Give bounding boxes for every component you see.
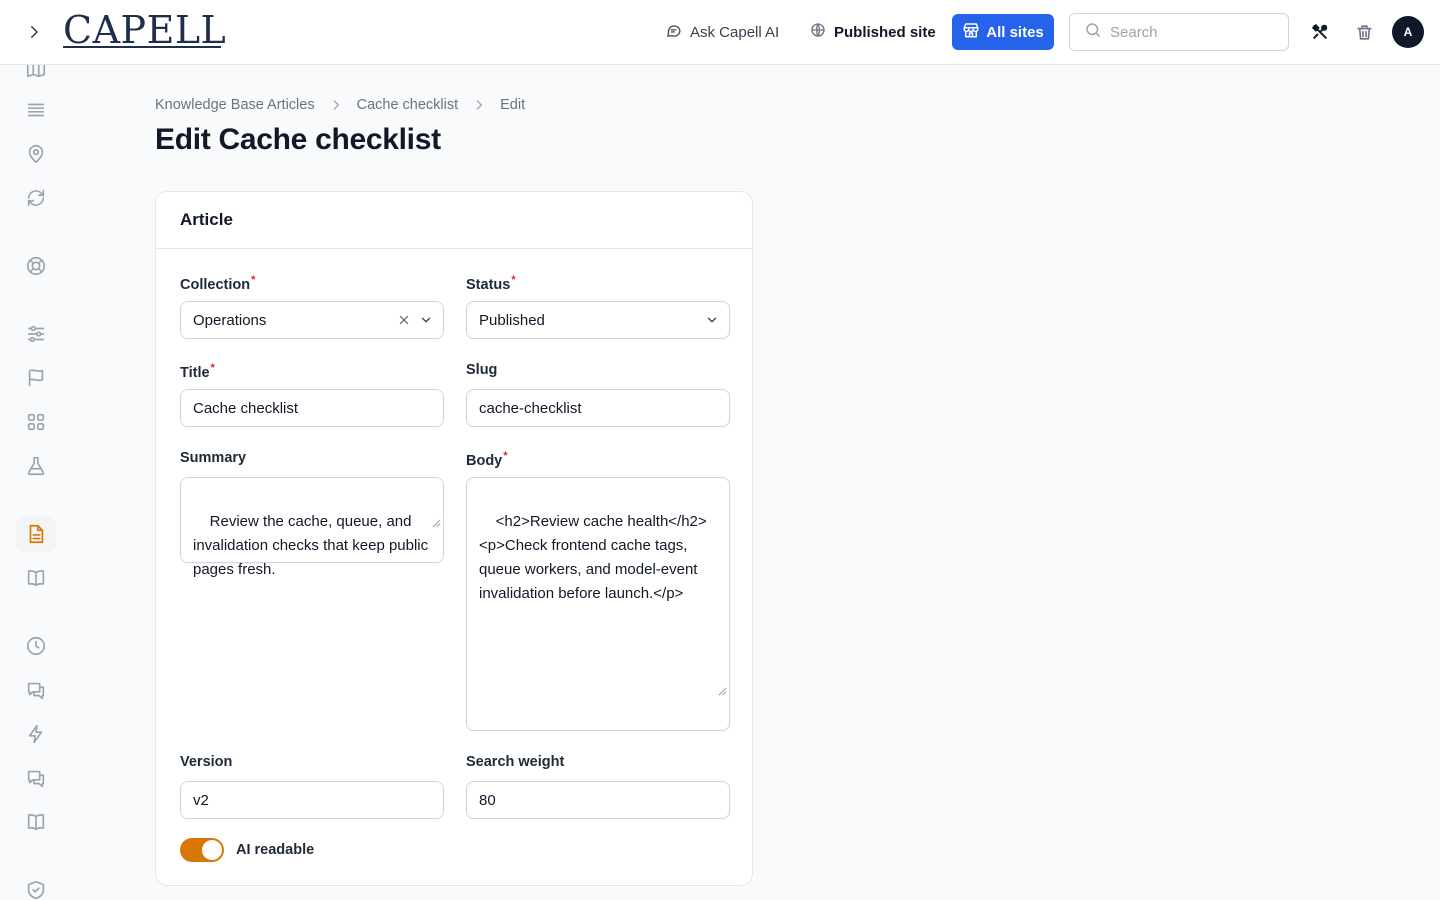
ask-ai-button[interactable]: Ask Capell AI xyxy=(665,22,779,43)
title-label: Title* xyxy=(180,362,215,381)
collection-value: Operations xyxy=(193,311,267,329)
summary-textarea[interactable]: Review the cache, queue, and invalidatio… xyxy=(180,477,444,578)
title-input[interactable]: Cache checklist xyxy=(180,389,444,427)
collection-select[interactable]: Operations xyxy=(180,301,444,339)
chevron-right-icon xyxy=(472,98,486,112)
chat-icon[interactable] xyxy=(24,678,48,702)
logo[interactable]: CAPELL xyxy=(63,9,226,51)
avatar[interactable]: A xyxy=(1392,16,1424,48)
ai-readable-toggle[interactable] xyxy=(180,838,224,862)
document-icon[interactable] xyxy=(16,516,56,552)
shield-check-icon[interactable] xyxy=(24,878,48,900)
article-form-card: Article Collection* Operations Status* P… xyxy=(155,191,753,886)
status-select[interactable]: Published xyxy=(466,301,730,339)
location-pin-icon[interactable] xyxy=(24,142,48,166)
chevron-right-icon[interactable] xyxy=(22,20,46,44)
published-site-button[interactable]: Published site xyxy=(810,22,936,42)
chevron-down-icon xyxy=(705,313,719,331)
chevron-right-icon xyxy=(329,98,343,112)
book-icon[interactable] xyxy=(24,810,48,834)
sliders-icon[interactable] xyxy=(24,322,48,346)
body-label: Body* xyxy=(466,450,508,469)
clock-icon[interactable] xyxy=(24,634,48,658)
globe-icon xyxy=(810,22,826,42)
ask-ai-label: Ask Capell AI xyxy=(690,24,780,41)
summary-value: Review the cache, queue, and invalidatio… xyxy=(193,513,433,578)
slug-input[interactable]: cache-checklist xyxy=(466,389,730,427)
grid-icon[interactable] xyxy=(24,410,48,434)
tools-icon[interactable] xyxy=(1308,20,1332,44)
chat-bubble-icon xyxy=(665,22,682,43)
logo-underline xyxy=(63,46,221,48)
required-marker: * xyxy=(251,274,256,286)
search-icon xyxy=(1084,21,1102,44)
top-bar: CAPELL Ask Capell AI Published site All … xyxy=(0,0,1440,65)
breadcrumb-item[interactable]: Cache checklist xyxy=(357,97,459,113)
sync-icon[interactable] xyxy=(24,186,48,210)
toggle-knob xyxy=(202,840,222,860)
section-title: Article xyxy=(156,192,752,249)
trash-icon[interactable] xyxy=(1352,20,1376,44)
page-title: Edit Cache checklist xyxy=(155,123,441,156)
resize-handle-icon[interactable] xyxy=(693,656,727,728)
resize-handle-icon[interactable] xyxy=(407,488,441,560)
slug-label: Slug xyxy=(466,362,498,378)
sidebar xyxy=(0,65,72,900)
storefront-icon xyxy=(962,21,980,43)
body-textarea[interactable]: <h2>Review cache health</h2> <p>Check fr… xyxy=(466,477,730,731)
status-value: Published xyxy=(479,311,545,329)
search-weight-input[interactable]: 80 xyxy=(466,781,730,819)
version-label: Version xyxy=(180,754,233,770)
chat-alt-icon[interactable] xyxy=(24,766,48,790)
search-field[interactable] xyxy=(1069,13,1289,51)
required-marker: * xyxy=(503,450,508,462)
lifebuoy-icon[interactable] xyxy=(24,254,48,278)
lightning-icon[interactable] xyxy=(24,722,48,746)
clear-icon[interactable] xyxy=(397,313,411,331)
all-sites-label: All sites xyxy=(986,23,1044,41)
search-weight-label: Search weight xyxy=(466,754,565,770)
required-marker: * xyxy=(210,362,215,374)
list-icon[interactable] xyxy=(24,98,48,122)
flask-icon[interactable] xyxy=(24,454,48,478)
chevron-down-icon xyxy=(419,313,433,331)
breadcrumb-item-current: Edit xyxy=(500,97,526,113)
breadcrumb: Knowledge Base Articles Cache checklist … xyxy=(155,97,525,113)
body-value: <h2>Review cache health</h2> <p>Check fr… xyxy=(479,513,707,602)
book-open-icon[interactable] xyxy=(24,566,48,590)
ai-readable-label: AI readable xyxy=(236,842,315,858)
map-icon[interactable] xyxy=(24,65,48,81)
published-site-label: Published site xyxy=(834,23,936,41)
breadcrumb-item[interactable]: Knowledge Base Articles xyxy=(155,97,315,113)
required-marker: * xyxy=(511,274,516,286)
version-input[interactable]: v2 xyxy=(180,781,444,819)
collection-label: Collection* xyxy=(180,274,256,293)
status-label: Status* xyxy=(466,274,516,293)
all-sites-button[interactable]: All sites xyxy=(952,14,1054,50)
search-input[interactable] xyxy=(1110,23,1270,41)
summary-label: Summary xyxy=(180,450,247,466)
flag-icon[interactable] xyxy=(24,366,48,390)
